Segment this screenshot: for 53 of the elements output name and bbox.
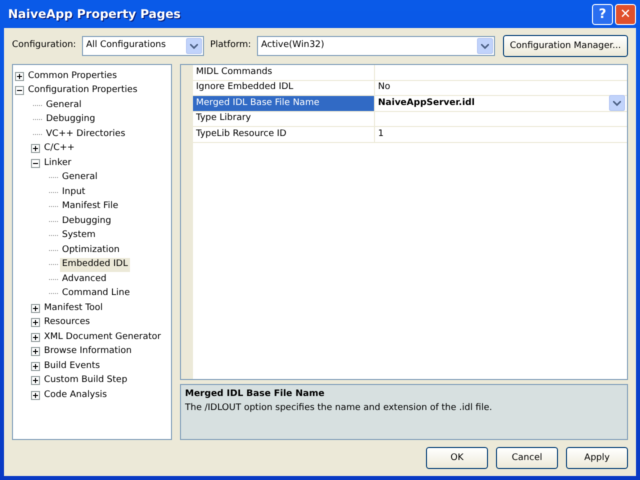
tree-item[interactable]: Manifest File [60, 200, 120, 214]
configuration-manager-button[interactable]: Configuration Manager... [502, 35, 628, 57]
tree-item[interactable]: Input [60, 186, 88, 199]
property-value: No [378, 81, 390, 94]
tree-item[interactable]: Debugging [44, 113, 98, 126]
tree-item[interactable]: Browse Information [42, 345, 134, 358]
window-title: NaiveApp Property Pages [8, 6, 181, 23]
tree-item[interactable]: Manifest Tool [42, 302, 105, 315]
tree-item[interactable]: Debugging [60, 214, 114, 228]
description-title: Merged IDL Base File Name [185, 388, 326, 401]
tree-item[interactable]: Custom Build Step [42, 374, 130, 388]
tree-item[interactable]: Configuration Properties [26, 84, 140, 98]
close-button[interactable]: ✕ [615, 4, 636, 24]
description-text: The /IDLOUT option specifies the name and extension of the .idl file. [185, 402, 494, 414]
expand-icon[interactable] [31, 347, 40, 356]
tree-item[interactable]: XML Document Generator [42, 330, 163, 344]
tree-item[interactable]: General [44, 98, 84, 112]
expand-icon[interactable] [31, 376, 40, 386]
tree-item[interactable]: Linker [42, 156, 74, 170]
collapse-icon[interactable] [15, 86, 24, 96]
expand-icon[interactable] [31, 318, 40, 328]
property-value: NaiveAppServer.idl [378, 96, 475, 110]
expand-icon[interactable] [31, 144, 40, 154]
configuration-label: Configuration: [12, 39, 76, 52]
property-name[interactable]: Type Library [193, 112, 375, 126]
tree-item[interactable]: VC++ Directories [44, 128, 128, 141]
collapse-icon[interactable] [31, 158, 40, 168]
tree-item[interactable]: Resources [42, 316, 92, 330]
tree-item[interactable]: C/C++ [42, 142, 77, 156]
tree-item[interactable]: General [60, 171, 100, 184]
platform-dropdown[interactable]: Active(Win32) [257, 36, 496, 56]
tree-item[interactable]: Build Events [42, 360, 102, 373]
dialog-button[interactable]: Apply [566, 447, 628, 469]
tree-item[interactable]: Command Line [60, 287, 132, 300]
expand-icon[interactable] [31, 390, 40, 400]
expand-icon[interactable] [31, 332, 40, 342]
expand-icon[interactable] [31, 304, 40, 313]
dialog-button[interactable]: Cancel [496, 447, 558, 469]
tree-item[interactable]: System [60, 229, 98, 242]
help-button[interactable]: ? [592, 4, 613, 24]
platform-label: Platform: [210, 39, 252, 52]
property-name[interactable]: Merged IDL Base File Name [193, 96, 375, 110]
tree-item[interactable]: Advanced [60, 272, 108, 286]
property-name[interactable]: TypeLib Resource ID [193, 127, 375, 142]
tree-item[interactable]: Embedded IDL [60, 258, 130, 272]
tree-item[interactable]: Code Analysis [42, 388, 109, 402]
tree-item[interactable]: Common Properties [26, 70, 119, 83]
tree-item[interactable]: Optimization [60, 244, 122, 257]
expand-icon[interactable] [31, 362, 40, 371]
configuration-dropdown[interactable]: All Configurations [82, 36, 204, 56]
dialog-button[interactable]: OK [426, 447, 488, 469]
expand-icon[interactable] [15, 72, 24, 81]
property-value: 1 [378, 128, 384, 140]
